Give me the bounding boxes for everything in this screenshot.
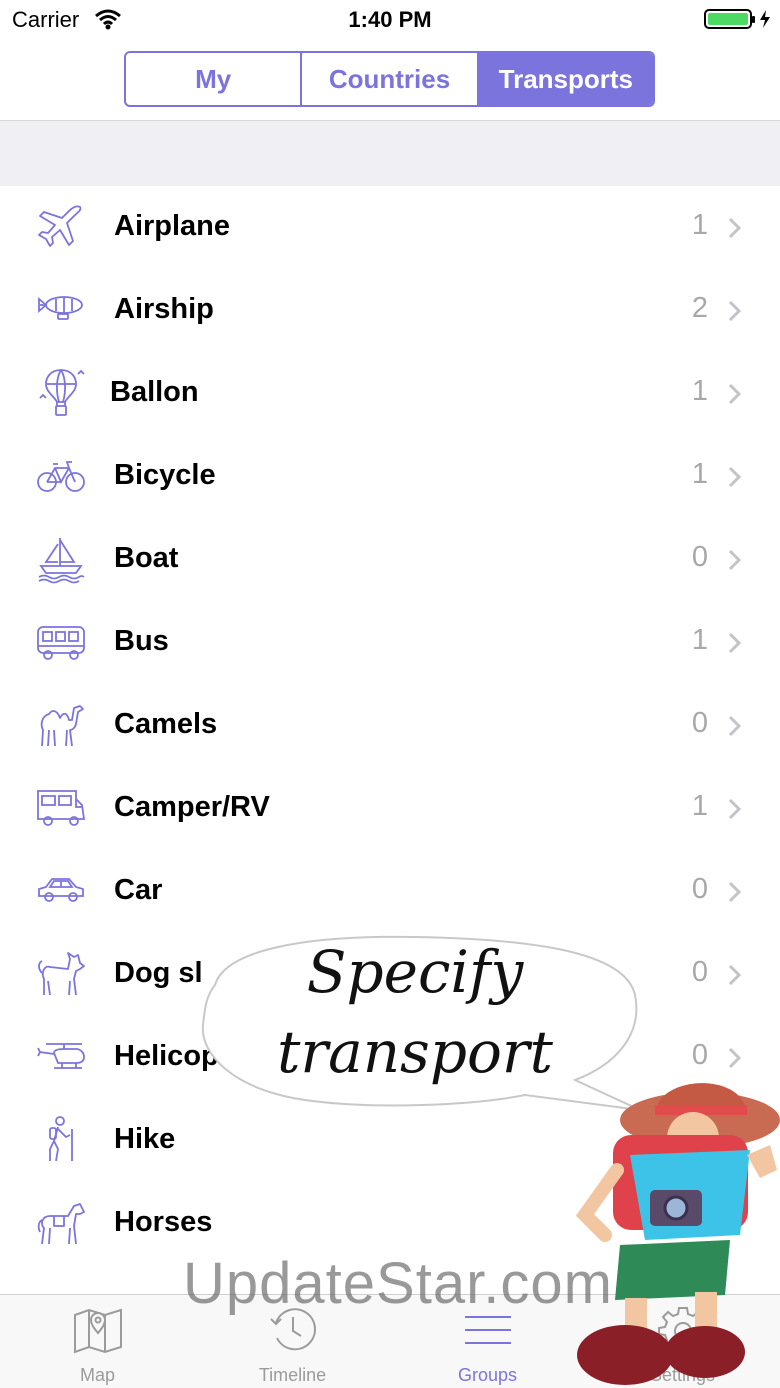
list-item-airplane[interactable]: Airplane 1 (0, 186, 780, 269)
chevron-right-icon (728, 217, 742, 239)
row-label: Bus (114, 625, 169, 657)
dog-sled-icon (38, 952, 85, 996)
segmented-control: My Countries Transports (124, 51, 655, 107)
list-item-camels[interactable]: Camels 0 (0, 684, 780, 767)
row-count: 0 (691, 541, 708, 573)
segment-countries[interactable]: Countries (302, 53, 479, 105)
airplane-icon (38, 205, 82, 247)
watermark-text: UpdateStar.com (183, 1251, 613, 1316)
row-count: 1 (691, 790, 708, 822)
car-icon (38, 878, 84, 902)
nav-header: My Countries Transports (0, 40, 780, 121)
chevron-right-icon (728, 300, 742, 322)
row-count: 0 (691, 873, 708, 905)
chevron-right-icon (728, 632, 742, 654)
tab-label: Map (79, 1365, 115, 1385)
hike-icon (49, 1116, 73, 1162)
row-label: Camels (114, 708, 218, 740)
bus-icon (37, 626, 85, 660)
row-label: Dog sl (114, 957, 203, 989)
row-label: Car (114, 874, 163, 906)
row-label: Airship (114, 293, 214, 325)
row-label: Bicycle (114, 459, 216, 491)
horse-icon (37, 1203, 85, 1245)
segment-my[interactable]: My (126, 53, 303, 105)
chevron-right-icon (728, 383, 742, 405)
row-label: Airplane (114, 210, 231, 242)
bubble-text-line1: Specify (306, 938, 524, 1006)
row-label: Horses (114, 1206, 213, 1238)
bubble-text-line2: transport (277, 1018, 553, 1086)
helicopter-icon (37, 1043, 85, 1069)
row-count: 1 (691, 375, 708, 407)
list-item-balloon[interactable]: Ballon 1 (0, 352, 780, 435)
list-item-airship[interactable]: Airship 2 (0, 269, 780, 352)
row-count: 1 (691, 209, 708, 241)
list-item-car[interactable]: Car 0 (0, 850, 780, 933)
chevron-right-icon (728, 549, 742, 571)
chevron-right-icon (728, 715, 742, 737)
list-item-camper[interactable]: Camper/RV 1 (0, 767, 780, 850)
boat-icon (38, 538, 85, 584)
traveler-illustration (575, 1083, 780, 1385)
battery-icon (704, 9, 770, 29)
map-icon (74, 1308, 122, 1354)
bicycle-icon (37, 461, 85, 492)
row-label: Camper/RV (114, 791, 270, 823)
list-item-boat[interactable]: Boat 0 (0, 518, 780, 601)
status-time: 1:40 PM (348, 7, 432, 32)
camper-icon (37, 790, 86, 826)
chevron-right-icon (728, 881, 742, 903)
row-count: 0 (691, 707, 708, 739)
chevron-right-icon (728, 798, 742, 820)
row-label: Ballon (110, 376, 199, 408)
list-item-bus[interactable]: Bus 1 (0, 601, 780, 684)
balloon-icon (39, 369, 85, 416)
row-count: 2 (691, 292, 708, 324)
row-label: Boat (114, 542, 179, 574)
row-count: 1 (691, 458, 708, 490)
tab-label: Timeline (258, 1365, 327, 1385)
status-bar: Carrier 1:40 PM (0, 0, 780, 40)
segment-transports[interactable]: Transports (478, 53, 653, 105)
row-count: 0 (691, 956, 708, 988)
airship-icon (38, 296, 83, 320)
camel-icon (40, 705, 84, 747)
section-header-spacer (0, 121, 780, 186)
row-label: Hike (114, 1123, 176, 1155)
list-item-bicycle[interactable]: Bicycle 1 (0, 435, 780, 518)
tab-map[interactable]: Map (0, 1295, 195, 1388)
row-count: 1 (691, 624, 708, 656)
chevron-right-icon (728, 964, 742, 986)
chevron-right-icon (728, 466, 742, 488)
